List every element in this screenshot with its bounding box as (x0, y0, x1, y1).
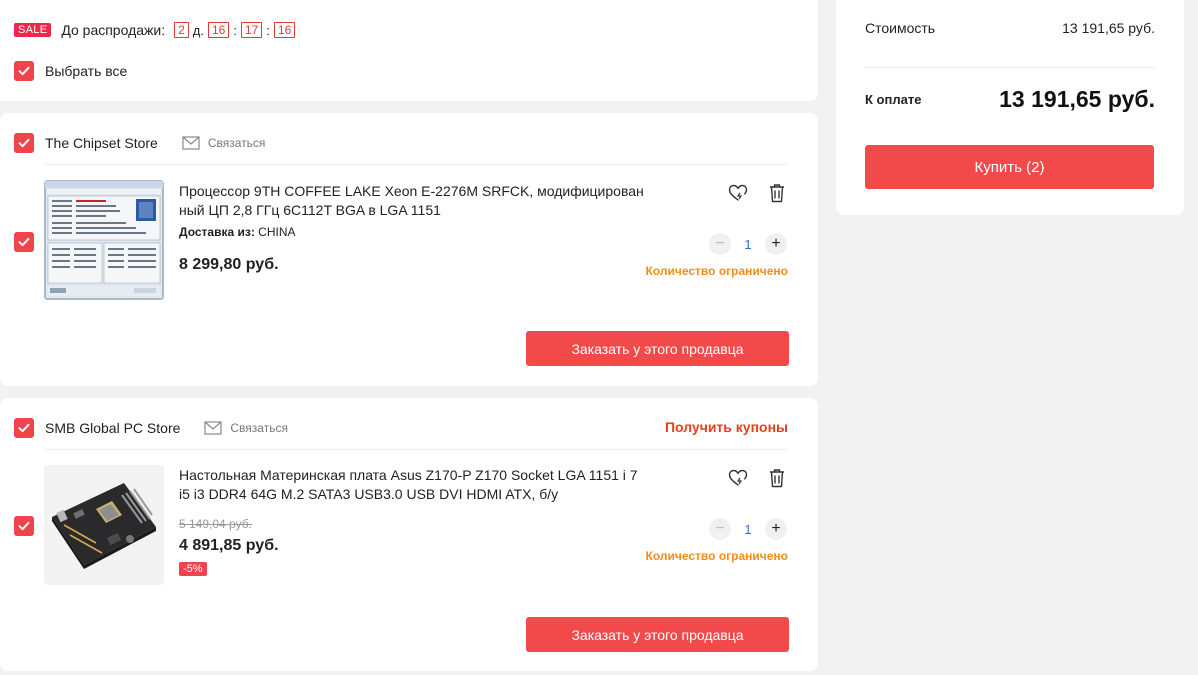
check-icon (18, 138, 30, 148)
countdown-separator: : (266, 22, 270, 38)
contact-label: Связаться (207, 136, 266, 150)
envelope-icon (182, 136, 200, 150)
select-all-label: Выбрать все (45, 63, 128, 79)
product-price: 8 299,80 руб. (179, 256, 279, 273)
divider (865, 67, 1155, 68)
original-price: 5 149,04 руб. (179, 517, 252, 531)
seller-name[interactable]: SMB Global PC Store (45, 420, 180, 436)
product-title[interactable]: Настольная Материнская плата Asus Z170-P… (179, 466, 644, 504)
countdown-hours: 16 (208, 22, 230, 38)
item-checkbox[interactable] (14, 516, 34, 536)
discount-badge: -5% (179, 562, 207, 576)
delivery-info: Доставка из: CHINA (179, 225, 296, 239)
seller-card: The Chipset Store Связаться Процессор 9T… (0, 113, 818, 386)
get-coupons-link[interactable]: Получить купоны (665, 419, 788, 435)
delivery-label: Доставка из: (179, 225, 255, 239)
cpu-z-screenshot-image (44, 180, 164, 300)
countdown-minutes: 17 (240, 22, 263, 38)
buy-button[interactable]: Купить (2) (865, 145, 1154, 189)
limited-quantity-notice: Количество ограничено (645, 549, 788, 563)
total-value: 13 191,65 руб. (999, 86, 1155, 112)
minus-icon[interactable]: − (709, 233, 731, 255)
item-checkbox[interactable] (14, 232, 34, 252)
trash-icon (770, 469, 784, 488)
contact-label: Связаться (230, 421, 288, 435)
seller-name[interactable]: The Chipset Store (45, 135, 158, 151)
envelope-icon (204, 421, 222, 435)
seller-header: SMB Global PC Store Связаться (14, 418, 288, 438)
product-image[interactable] (44, 465, 164, 585)
divider (44, 449, 788, 450)
contact-seller-link[interactable]: Связаться (182, 136, 266, 150)
seller-checkbox[interactable] (14, 418, 34, 438)
minus-icon[interactable]: − (709, 518, 731, 540)
select-all[interactable]: Выбрать все (14, 61, 127, 81)
sale-countdown: SALE До распродажи: 2 д. 16 : 17 : 16 (14, 22, 298, 38)
delete-button[interactable] (766, 467, 788, 489)
order-from-seller-button[interactable]: Заказать у этого продавца (526, 617, 789, 652)
wishlist-button[interactable] (727, 182, 749, 204)
select-all-checkbox[interactable] (14, 61, 34, 81)
check-icon (18, 521, 30, 531)
countdown-separator: : (233, 22, 237, 38)
total-row: К оплате 13 191,65 руб. (865, 86, 1155, 113)
order-from-seller-button[interactable]: Заказать у этого продавца (526, 331, 789, 366)
plus-icon[interactable]: + (765, 518, 787, 540)
countdown-seconds: 16 (273, 22, 296, 38)
quantity-value[interactable]: 1 (731, 237, 765, 252)
check-icon (18, 66, 30, 76)
contact-seller-link[interactable]: Связаться (204, 421, 288, 435)
product-title[interactable]: Процессор 9TH COFFEE LAKE Xeon E-2276M S… (179, 182, 644, 220)
sale-countdown-label: До распродажи: (61, 22, 166, 38)
countdown-days: 2 (174, 22, 189, 38)
cost-label: Стоимость (865, 20, 936, 36)
heart-icon (728, 184, 748, 201)
limited-quantity-notice: Количество ограничено (645, 264, 788, 278)
motherboard-image (44, 465, 164, 585)
delivery-country: CHINA (258, 225, 296, 239)
order-summary: Стоимость 13 191,65 руб. К оплате 13 191… (836, 0, 1184, 215)
seller-header: The Chipset Store Связаться (14, 133, 265, 153)
wishlist-button[interactable] (727, 467, 749, 489)
quantity-stepper[interactable]: − 1 + (709, 518, 787, 540)
quantity-stepper[interactable]: − 1 + (709, 233, 787, 255)
countdown-days-unit: д. (192, 22, 204, 38)
divider (44, 164, 788, 165)
check-icon (18, 423, 30, 433)
check-icon (18, 237, 30, 247)
seller-card: SMB Global PC Store Связаться Получить к… (0, 398, 818, 671)
delete-button[interactable] (766, 182, 788, 204)
total-label: К оплате (865, 92, 922, 107)
product-image[interactable] (44, 180, 164, 300)
plus-icon[interactable]: + (765, 233, 787, 255)
sale-header-card: SALE До распродажи: 2 д. 16 : 17 : 16 Вы… (0, 0, 818, 101)
cost-row: Стоимость 13 191,65 руб. (865, 20, 1155, 36)
product-price: 4 891,85 руб. (179, 537, 279, 554)
heart-icon (728, 469, 748, 486)
seller-checkbox[interactable] (14, 133, 34, 153)
cost-value: 13 191,65 руб. (1062, 20, 1155, 36)
sale-badge: SALE (14, 23, 52, 37)
trash-icon (770, 184, 784, 203)
quantity-value[interactable]: 1 (731, 522, 765, 537)
